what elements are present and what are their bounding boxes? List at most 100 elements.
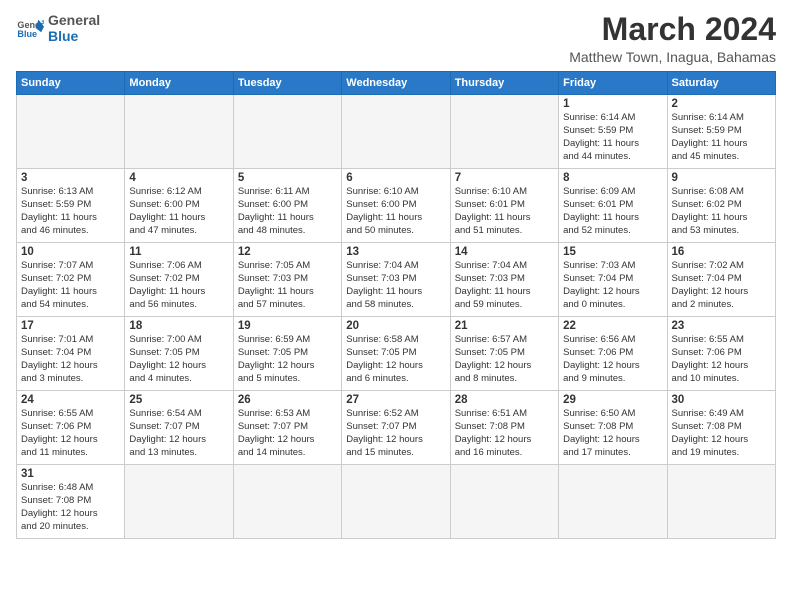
day-number: 24 xyxy=(21,394,120,406)
logo-icon: General Blue xyxy=(16,14,44,42)
day-info: Sunrise: 7:00 AM Sunset: 7:05 PM Dayligh… xyxy=(129,334,228,385)
day-number: 12 xyxy=(238,246,337,258)
day-number: 22 xyxy=(563,320,662,332)
week-row-4: 17Sunrise: 7:01 AM Sunset: 7:04 PM Dayli… xyxy=(17,317,776,391)
calendar-cell: 23 Sunrise: 6:55 AM Sunset: 7:06 PM Dayli… xyxy=(667,317,775,391)
day-info: Sunrise: 7:07 AM Sunset: 7:02 PM Dayligh… xyxy=(21,260,120,311)
calendar-cell: 11 Sunrise: 7:06 AM Sunset: 7:02 PM Dayli… xyxy=(125,243,233,317)
calendar-cell xyxy=(125,465,233,539)
day-number: 29 xyxy=(563,394,662,406)
calendar-cell: 21 Sunrise: 6:57 AM Sunset: 7:05 PM Dayli… xyxy=(450,317,558,391)
weekday-row: SundayMondayTuesdayWednesdayThursdayFrid… xyxy=(17,72,776,95)
weekday-header-thursday: Thursday xyxy=(450,72,558,95)
day-info: Sunrise: 7:04 AM Sunset: 7:03 PM Dayligh… xyxy=(346,260,445,311)
weekday-header-saturday: Saturday xyxy=(667,72,775,95)
day-info: Sunrise: 6:14 AM Sunset: 5:59 PM Dayligh… xyxy=(563,112,662,163)
calendar-cell: 30Sunrise: 6:49 AM Sunset: 7:08 PM Dayli… xyxy=(667,391,775,465)
calendar-cell: 12 Sunrise: 7:05 AM Sunset: 7:03 PM Dayli… xyxy=(233,243,341,317)
day-info: Sunrise: 6:14 AM Sunset: 5:59 PM Dayligh… xyxy=(672,112,771,163)
week-row-2: 3Sunrise: 6:13 AM Sunset: 5:59 PM Daylig… xyxy=(17,169,776,243)
day-info: Sunrise: 6:09 AM Sunset: 6:01 PM Dayligh… xyxy=(563,186,662,237)
logo-general: General xyxy=(48,12,100,28)
day-number: 27 xyxy=(346,394,445,406)
day-info: Sunrise: 6:54 AM Sunset: 7:07 PM Dayligh… xyxy=(129,408,228,459)
calendar-cell: 9 Sunrise: 6:08 AM Sunset: 6:02 PM Daylig… xyxy=(667,169,775,243)
day-info: Sunrise: 6:48 AM Sunset: 7:08 PM Dayligh… xyxy=(21,482,120,533)
day-info: Sunrise: 6:12 AM Sunset: 6:00 PM Dayligh… xyxy=(129,186,228,237)
calendar-cell: 4 Sunrise: 6:12 AM Sunset: 6:00 PM Daylig… xyxy=(125,169,233,243)
calendar-cell: 18 Sunrise: 7:00 AM Sunset: 7:05 PM Dayli… xyxy=(125,317,233,391)
calendar-cell: 10Sunrise: 7:07 AM Sunset: 7:02 PM Dayli… xyxy=(17,243,125,317)
day-info: Sunrise: 7:04 AM Sunset: 7:03 PM Dayligh… xyxy=(455,260,554,311)
week-row-3: 10Sunrise: 7:07 AM Sunset: 7:02 PM Dayli… xyxy=(17,243,776,317)
calendar-body: 1Sunrise: 6:14 AM Sunset: 5:59 PM Daylig… xyxy=(17,95,776,539)
weekday-header-sunday: Sunday xyxy=(17,72,125,95)
day-info: Sunrise: 6:57 AM Sunset: 7:05 PM Dayligh… xyxy=(455,334,554,385)
day-number: 4 xyxy=(129,172,228,184)
logo-blue: Blue xyxy=(48,28,100,44)
day-info: Sunrise: 7:02 AM Sunset: 7:04 PM Dayligh… xyxy=(672,260,771,311)
day-info: Sunrise: 6:58 AM Sunset: 7:05 PM Dayligh… xyxy=(346,334,445,385)
day-number: 15 xyxy=(563,246,662,258)
day-number: 8 xyxy=(563,172,662,184)
day-number: 11 xyxy=(129,246,228,258)
day-info: Sunrise: 7:06 AM Sunset: 7:02 PM Dayligh… xyxy=(129,260,228,311)
calendar-cell: 31 Sunrise: 6:48 AM Sunset: 7:08 PM Dayli… xyxy=(17,465,125,539)
day-number: 25 xyxy=(129,394,228,406)
day-info: Sunrise: 6:11 AM Sunset: 6:00 PM Dayligh… xyxy=(238,186,337,237)
day-info: Sunrise: 6:55 AM Sunset: 7:06 PM Dayligh… xyxy=(672,334,771,385)
calendar-cell: 29Sunrise: 6:50 AM Sunset: 7:08 PM Dayli… xyxy=(559,391,667,465)
calendar-cell: 13Sunrise: 7:04 AM Sunset: 7:03 PM Dayli… xyxy=(342,243,450,317)
week-row-6: 31 Sunrise: 6:48 AM Sunset: 7:08 PM Dayli… xyxy=(17,465,776,539)
calendar-cell: 5Sunrise: 6:11 AM Sunset: 6:00 PM Daylig… xyxy=(233,169,341,243)
svg-text:Blue: Blue xyxy=(17,29,37,39)
day-info: Sunrise: 7:05 AM Sunset: 7:03 PM Dayligh… xyxy=(238,260,337,311)
day-info: Sunrise: 6:55 AM Sunset: 7:06 PM Dayligh… xyxy=(21,408,120,459)
subtitle: Matthew Town, Inagua, Bahamas xyxy=(569,49,776,65)
day-number: 19 xyxy=(238,320,337,332)
day-info: Sunrise: 6:08 AM Sunset: 6:02 PM Dayligh… xyxy=(672,186,771,237)
calendar-cell xyxy=(125,95,233,169)
day-info: Sunrise: 6:56 AM Sunset: 7:06 PM Dayligh… xyxy=(563,334,662,385)
calendar-cell: 6 Sunrise: 6:10 AM Sunset: 6:00 PM Daylig… xyxy=(342,169,450,243)
calendar-cell xyxy=(342,465,450,539)
calendar-cell: 17Sunrise: 7:01 AM Sunset: 7:04 PM Dayli… xyxy=(17,317,125,391)
calendar-cell: 26 Sunrise: 6:53 AM Sunset: 7:07 PM Dayli… xyxy=(233,391,341,465)
day-info: Sunrise: 6:10 AM Sunset: 6:00 PM Dayligh… xyxy=(346,186,445,237)
weekday-header-wednesday: Wednesday xyxy=(342,72,450,95)
calendar-cell: 20Sunrise: 6:58 AM Sunset: 7:05 PM Dayli… xyxy=(342,317,450,391)
calendar-cell xyxy=(559,465,667,539)
calendar-cell xyxy=(17,95,125,169)
calendar-cell xyxy=(233,465,341,539)
day-number: 28 xyxy=(455,394,554,406)
day-info: Sunrise: 6:59 AM Sunset: 7:05 PM Dayligh… xyxy=(238,334,337,385)
calendar-cell: 25 Sunrise: 6:54 AM Sunset: 7:07 PM Dayli… xyxy=(125,391,233,465)
weekday-header-monday: Monday xyxy=(125,72,233,95)
day-number: 21 xyxy=(455,320,554,332)
calendar-cell: 7Sunrise: 6:10 AM Sunset: 6:01 PM Daylig… xyxy=(450,169,558,243)
day-number: 23 xyxy=(672,320,771,332)
day-number: 26 xyxy=(238,394,337,406)
calendar-cell xyxy=(450,465,558,539)
header: General Blue General Blue March 2024 Mat… xyxy=(16,12,776,65)
day-info: Sunrise: 6:10 AM Sunset: 6:01 PM Dayligh… xyxy=(455,186,554,237)
calendar-cell: 15 Sunrise: 7:03 AM Sunset: 7:04 PM Dayli… xyxy=(559,243,667,317)
day-number: 18 xyxy=(129,320,228,332)
day-number: 9 xyxy=(672,172,771,184)
day-info: Sunrise: 7:03 AM Sunset: 7:04 PM Dayligh… xyxy=(563,260,662,311)
calendar-cell xyxy=(233,95,341,169)
calendar-cell xyxy=(342,95,450,169)
day-number: 17 xyxy=(21,320,120,332)
main-title: March 2024 xyxy=(569,12,776,47)
week-row-1: 1Sunrise: 6:14 AM Sunset: 5:59 PM Daylig… xyxy=(17,95,776,169)
day-number: 3 xyxy=(21,172,120,184)
day-info: Sunrise: 6:53 AM Sunset: 7:07 PM Dayligh… xyxy=(238,408,337,459)
day-info: Sunrise: 6:51 AM Sunset: 7:08 PM Dayligh… xyxy=(455,408,554,459)
calendar-cell: 8 Sunrise: 6:09 AM Sunset: 6:01 PM Daylig… xyxy=(559,169,667,243)
calendar-header: SundayMondayTuesdayWednesdayThursdayFrid… xyxy=(17,72,776,95)
day-number: 31 xyxy=(21,468,120,480)
calendar-cell xyxy=(450,95,558,169)
day-number: 6 xyxy=(346,172,445,184)
weekday-header-friday: Friday xyxy=(559,72,667,95)
day-number: 2 xyxy=(672,98,771,110)
